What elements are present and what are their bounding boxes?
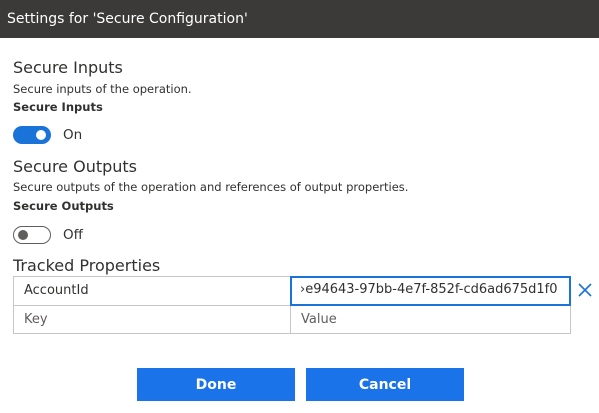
toggle-knob <box>36 130 46 140</box>
tracked-properties-table: AccountId ›e94643-97bb-4e7f-852f-cd6ad67… <box>13 276 571 334</box>
done-button[interactable]: Done <box>137 368 295 401</box>
toggle-knob <box>18 230 28 240</box>
secure-inputs-heading: Secure Inputs <box>13 58 123 77</box>
secure-outputs-label: Secure Outputs <box>13 199 114 213</box>
secure-outputs-toggle-state: Off <box>63 227 83 243</box>
dialog-body: Secure Inputs Secure inputs of the opera… <box>0 38 599 413</box>
cancel-button[interactable]: Cancel <box>306 368 464 401</box>
secure-outputs-heading: Secure Outputs <box>13 157 138 176</box>
secure-inputs-toggle-state: On <box>63 127 83 143</box>
tracked-property-value-input[interactable]: ›e94643-97bb-4e7f-852f-cd6ad675d1f0 <box>290 276 571 306</box>
secure-inputs-description: Secure inputs of the operation. <box>13 82 192 96</box>
tracked-property-key-input[interactable]: AccountId <box>14 277 290 305</box>
secure-inputs-toggle[interactable] <box>13 126 51 144</box>
secure-outputs-toggle[interactable] <box>13 226 51 244</box>
remove-row-icon[interactable] <box>577 282 593 298</box>
secure-inputs-label: Secure Inputs <box>13 100 103 114</box>
secure-outputs-description: Secure outputs of the operation and refe… <box>13 180 409 194</box>
dialog-title-bar: Settings for 'Secure Configuration' <box>0 0 599 38</box>
dialog-title: Settings for 'Secure Configuration' <box>7 11 248 27</box>
new-key-input[interactable]: Key <box>14 306 290 333</box>
new-value-input[interactable]: Value <box>291 306 570 333</box>
tracked-properties-heading: Tracked Properties <box>13 256 161 275</box>
